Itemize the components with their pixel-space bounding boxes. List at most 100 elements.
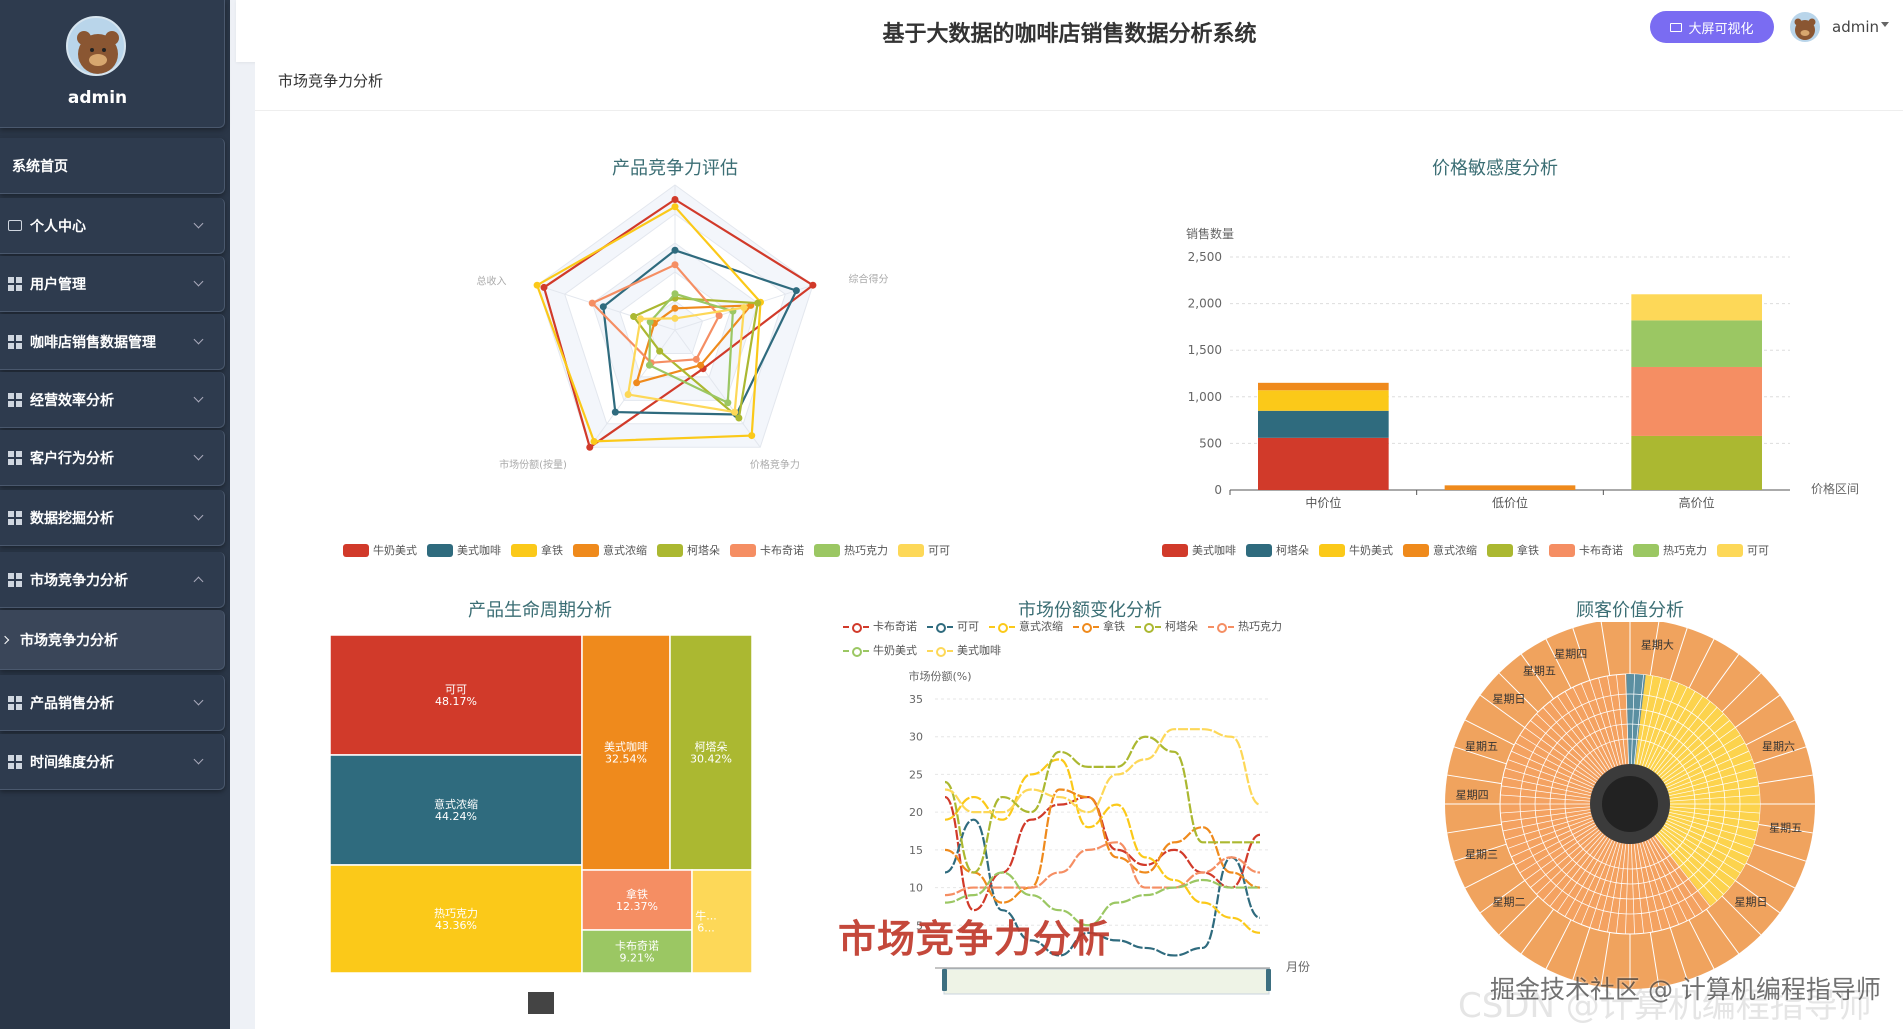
legend-swatch bbox=[1208, 620, 1234, 633]
sidebar-item-1[interactable]: 个人中心 bbox=[0, 198, 225, 254]
treemap-cell-name: 意式浓缩 bbox=[434, 797, 478, 811]
legend-item[interactable]: 美式咖啡 bbox=[1162, 542, 1236, 558]
legend-item[interactable]: 柯塔朵 bbox=[657, 542, 720, 558]
radar-point bbox=[792, 287, 800, 295]
grid-icon bbox=[8, 572, 22, 587]
price-bar-chart[interactable]: 销售数量 2,500 2,000 1,500 1,000 500 0 中价位 低价位 高价位 价格区… bbox=[1160, 220, 1880, 520]
avatar[interactable] bbox=[66, 16, 126, 76]
legend-item[interactable]: 柯塔朵 bbox=[1135, 618, 1198, 634]
legend-item[interactable]: 美式咖啡 bbox=[427, 542, 501, 558]
sunburst-title: 顾客价值分析 bbox=[1576, 600, 1684, 621]
sidebar-item-label: 数据挖掘分析 bbox=[30, 510, 114, 527]
radar-point bbox=[731, 408, 739, 416]
header-avatar[interactable] bbox=[1790, 12, 1820, 42]
sunburst-chart[interactable]: 星期四星期五星期日星期五星期四星期三星期二星期六星期五星期日星期大 bbox=[1440, 622, 1820, 1002]
legend-item[interactable]: 可可 bbox=[898, 542, 950, 558]
legend-item[interactable]: 可可 bbox=[927, 618, 979, 634]
sidebar-item-6[interactable]: 数据挖掘分析 bbox=[0, 490, 225, 546]
legend-item[interactable]: 卡布奇诺 bbox=[1549, 542, 1623, 558]
price-bar-美式咖啡 bbox=[1258, 437, 1389, 490]
big-screen-label: 大屏可视化 bbox=[1688, 21, 1754, 37]
overlay-caption: 市场竞争力分析 bbox=[838, 917, 1112, 961]
sidebar-item-label: 经营效率分析 bbox=[30, 392, 114, 409]
legend-swatch bbox=[898, 543, 924, 557]
sunburst-label: 星期日 bbox=[1735, 896, 1768, 909]
legend-swatch bbox=[843, 644, 869, 657]
radar-point bbox=[671, 246, 679, 254]
price-legend: 美式咖啡 柯塔朵 牛奶美式 意式浓缩 拿铁 卡布奇诺 热巧克力 可可 bbox=[1162, 542, 1769, 558]
price-y-tick: 2,500 bbox=[1188, 250, 1222, 264]
sidebar-item-label: 用户管理 bbox=[30, 276, 86, 293]
sidebar-item-2[interactable]: 用户管理 bbox=[0, 256, 225, 312]
legend-swatch bbox=[511, 543, 537, 557]
share-legend: 卡布奇诺 可可 意式浓缩 拿铁 柯塔朵 热巧克力牛奶美式 美式咖啡 bbox=[843, 618, 1343, 658]
radar-point bbox=[671, 314, 679, 322]
sunburst-label: 星期五 bbox=[1523, 665, 1556, 678]
legend-swatch bbox=[1073, 620, 1099, 633]
legend-swatch bbox=[730, 543, 756, 557]
radar-legend: 牛奶美式 美式咖啡 拿铁 意式浓缩 柯塔朵 卡布奇诺 热巧克力 可可 bbox=[343, 542, 950, 558]
treemap-cell-name: 拿铁 bbox=[626, 887, 648, 901]
treemap-chart[interactable]: 可可48.17%意式浓缩44.24%热巧克力43.36%美式咖啡32.54%柯塔… bbox=[330, 635, 752, 973]
grid-icon bbox=[8, 510, 22, 525]
price-y-tick: 1,500 bbox=[1188, 343, 1222, 357]
legend-item[interactable]: 拿铁 bbox=[511, 542, 563, 558]
grid-icon bbox=[8, 450, 22, 465]
legend-label: 美式咖啡 bbox=[1192, 544, 1236, 557]
legend-item[interactable]: 牛奶美式 bbox=[343, 542, 417, 558]
legend-swatch bbox=[1403, 543, 1429, 557]
sidebar-item-5[interactable]: 客户行为分析 bbox=[0, 430, 225, 486]
sidebar-item-4[interactable]: 经营效率分析 bbox=[0, 372, 225, 428]
radar-point bbox=[630, 313, 638, 321]
legend-item[interactable]: 热巧克力 bbox=[1633, 542, 1707, 558]
legend-item[interactable]: 拿铁 bbox=[1073, 618, 1125, 634]
legend-item[interactable]: 牛奶美式 bbox=[1319, 542, 1393, 558]
legend-label: 拿铁 bbox=[1103, 620, 1125, 633]
radar-chart[interactable]: 销售量综合得分价格竞争力市场份额(按量)总收入 bbox=[440, 170, 900, 510]
sunburst-label: 星期大 bbox=[1641, 637, 1674, 651]
caret-down-icon[interactable] bbox=[1881, 22, 1889, 27]
legend-item[interactable]: 可可 bbox=[1717, 542, 1769, 558]
share-datazoom-handle-left bbox=[942, 969, 947, 991]
legend-item[interactable]: 热巧克力 bbox=[814, 542, 888, 558]
divider bbox=[255, 110, 1903, 111]
legend-item[interactable]: 意式浓缩 bbox=[989, 618, 1063, 634]
price-bar-牛奶美式 bbox=[1258, 390, 1389, 411]
share-y-tick: 25 bbox=[909, 768, 923, 781]
sidebar-item-label: 客户行为分析 bbox=[30, 450, 114, 467]
share-datazoom-handle-right bbox=[1266, 969, 1271, 991]
legend-item[interactable]: 卡布奇诺 bbox=[730, 542, 804, 558]
legend-swatch bbox=[989, 620, 1015, 633]
legend-label: 意式浓缩 bbox=[1019, 620, 1063, 633]
big-screen-button[interactable]: 大屏可视化 bbox=[1650, 11, 1774, 43]
sidebar-item-9[interactable]: 产品销售分析 bbox=[0, 675, 225, 731]
treemap-cell-value: 48.17% bbox=[435, 695, 477, 708]
sunburst-label: 星期六 bbox=[1762, 740, 1795, 753]
radar-point bbox=[697, 361, 705, 369]
sidebar-item-0[interactable]: 系统首页 bbox=[0, 138, 225, 194]
sidebar-item-8[interactable]: 市场竞争力分析 bbox=[0, 610, 225, 670]
treemap-breadcrumb-button[interactable] bbox=[528, 992, 554, 1014]
legend-item[interactable]: 意式浓缩 bbox=[573, 542, 647, 558]
legend-label: 牛奶美式 bbox=[873, 644, 917, 657]
sidebar-item-3[interactable]: 咖啡店销售数据管理 bbox=[0, 314, 225, 370]
treemap-cell-value: 30.42% bbox=[690, 753, 732, 766]
radar-point bbox=[637, 315, 645, 323]
header-username[interactable]: admin bbox=[1832, 18, 1879, 36]
share-line-柯塔朵 bbox=[944, 735, 1260, 874]
legend-item[interactable]: 拿铁 bbox=[1487, 542, 1539, 558]
legend-item[interactable]: 意式浓缩 bbox=[1403, 542, 1477, 558]
legend-item[interactable]: 美式咖啡 bbox=[927, 642, 1001, 658]
legend-item[interactable]: 热巧克力 bbox=[1208, 618, 1282, 634]
legend-item[interactable]: 牛奶美式 bbox=[843, 642, 917, 658]
user-profile: admin bbox=[0, 0, 225, 128]
radar-indicator-label: 市场份额(按量) bbox=[499, 458, 567, 471]
legend-item[interactable]: 卡布奇诺 bbox=[843, 618, 917, 634]
legend-label: 可可 bbox=[957, 620, 979, 633]
legend-swatch bbox=[1162, 543, 1188, 557]
sidebar-item-7[interactable]: 市场竞争力分析 bbox=[0, 552, 225, 608]
legend-swatch bbox=[1633, 543, 1659, 557]
legend-item[interactable]: 柯塔朵 bbox=[1246, 542, 1309, 558]
sidebar-item-10[interactable]: 时间维度分析 bbox=[0, 734, 225, 790]
radar-point bbox=[590, 437, 598, 445]
